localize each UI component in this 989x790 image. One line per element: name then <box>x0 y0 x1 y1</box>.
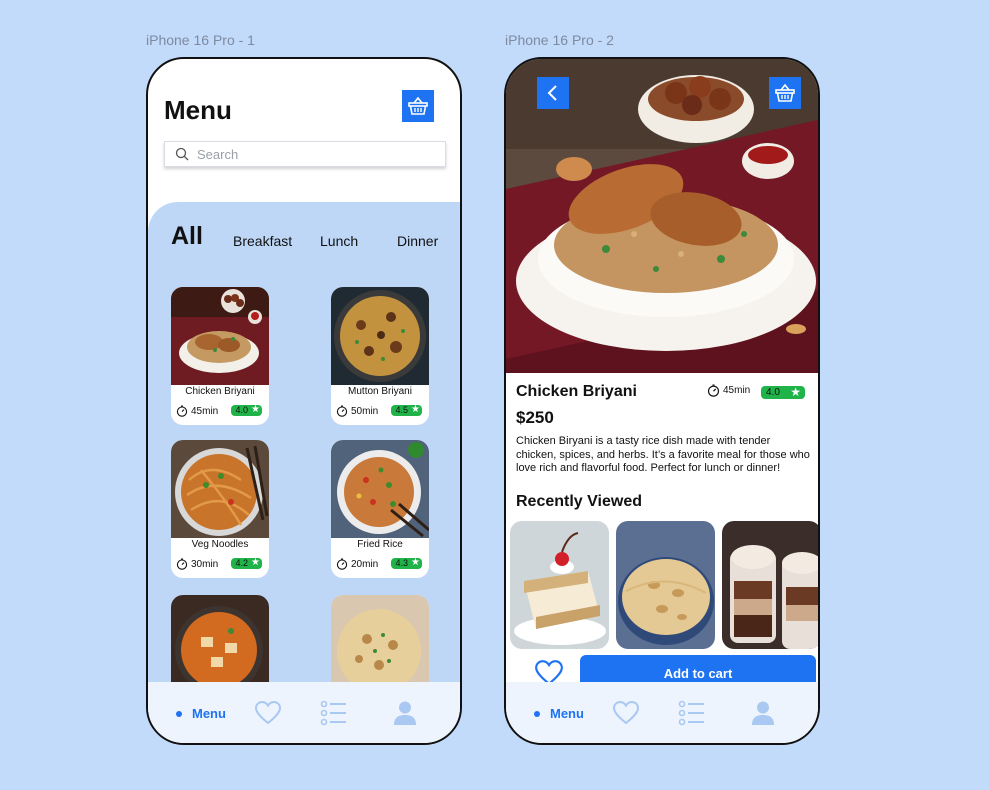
food-meta: 20min 4.3 ★ <box>336 557 426 571</box>
tab-menu[interactable]: Menu <box>176 706 226 721</box>
cook-time: 45min <box>723 385 751 396</box>
search-bar[interactable] <box>164 141 446 167</box>
dish-cook-time: 45min <box>707 384 750 397</box>
cart-button[interactable] <box>402 90 434 122</box>
recent-item-image[interactable] <box>510 521 609 649</box>
food-name: Veg Noodles <box>191 539 249 550</box>
star-icon: ★ <box>411 404 420 415</box>
cook-time: 45min <box>191 405 219 417</box>
food-meta: 45min 4.0 ★ <box>176 404 266 418</box>
food-image <box>171 440 269 538</box>
cook-time: 50min <box>351 405 379 417</box>
food-card[interactable]: Mutton Briyani 50min 4.5 ★ <box>331 287 429 425</box>
cook-time: 30min <box>191 558 219 570</box>
dish-title: Chicken Briyani <box>516 383 637 400</box>
user-icon[interactable] <box>750 700 776 726</box>
timer-icon <box>176 558 188 570</box>
rating-badge: 4.0 ★ <box>761 386 805 399</box>
food-meta: 30min 4.2 ★ <box>176 557 266 571</box>
rating-value: 4.5 <box>395 405 408 415</box>
rating-badge: 4.0 ★ <box>231 404 262 416</box>
timer-icon <box>336 558 348 570</box>
star-icon: ★ <box>251 404 260 415</box>
food-image <box>171 595 269 694</box>
category-breakfast[interactable]: Breakfast <box>233 233 292 249</box>
frame-label-2: iPhone 16 Pro - 2 <box>505 32 614 48</box>
frame-label-1: iPhone 16 Pro - 1 <box>146 32 255 48</box>
bottom-tabbar: Menu <box>506 682 818 743</box>
food-image <box>331 595 429 693</box>
star-icon: ★ <box>790 385 801 399</box>
category-all[interactable]: All <box>171 222 203 251</box>
category-lunch[interactable]: Lunch <box>320 233 358 249</box>
recently-viewed-heading: Recently Viewed <box>516 493 642 510</box>
heart-icon[interactable] <box>612 700 640 726</box>
list-icon[interactable] <box>678 700 706 726</box>
tab-menu-label: Menu <box>550 706 584 721</box>
timer-icon <box>176 405 188 417</box>
food-name: Mutton Briyani <box>348 386 412 397</box>
search-input[interactable] <box>197 146 437 162</box>
category-tabs: All Breakfast Lunch Dinner <box>148 222 460 262</box>
food-image <box>171 287 269 385</box>
rating-badge: 4.3 ★ <box>391 557 422 569</box>
category-dinner[interactable]: Dinner <box>397 233 438 249</box>
basket-icon <box>775 83 795 102</box>
food-image <box>331 440 429 538</box>
dish-price: $250 <box>516 408 554 427</box>
bottom-tabbar: Menu <box>148 682 460 743</box>
user-icon[interactable] <box>392 700 418 726</box>
recent-item-image[interactable] <box>722 521 820 649</box>
search-icon <box>175 147 189 161</box>
star-icon: ★ <box>411 557 420 568</box>
rating-value: 4.3 <box>395 558 408 568</box>
recent-item-image[interactable] <box>616 521 715 649</box>
food-name: Fried Rice <box>357 539 403 550</box>
basket-icon <box>408 96 428 115</box>
rating-value: 4.2 <box>235 558 248 568</box>
timer-icon <box>707 384 720 397</box>
star-icon: ★ <box>251 557 260 568</box>
list-icon[interactable] <box>320 700 348 726</box>
back-button[interactable] <box>537 77 569 109</box>
heart-icon[interactable] <box>254 700 282 726</box>
page-title: Menu <box>164 95 232 125</box>
food-meta: 50min 4.5 ★ <box>336 404 426 418</box>
food-card[interactable]: Fried Rice 20min 4.3 ★ <box>331 440 429 578</box>
food-image <box>331 287 429 385</box>
chevron-left-icon <box>547 85 557 101</box>
rating-value: 4.0 <box>235 405 248 415</box>
food-card[interactable]: Chicken Briyani 45min 4.0 ★ <box>171 287 269 425</box>
rating-value: 4.0 <box>766 387 780 398</box>
rating-badge: 4.5 ★ <box>391 404 422 416</box>
phone-detail-screen: Chicken Briyani 45min 4.0 ★ $250 Chicken… <box>504 57 820 745</box>
phone-menu-screen: Menu All Breakfast Lunch Dinner <box>146 57 462 745</box>
tab-menu[interactable]: Menu <box>534 706 584 721</box>
rating-badge: 4.2 ★ <box>231 557 262 569</box>
active-dot-icon <box>176 710 182 717</box>
timer-icon <box>336 405 348 417</box>
cook-time: 20min <box>351 558 379 570</box>
dish-description: Chicken Biryani is a tasty rice dish mad… <box>516 435 810 474</box>
food-card[interactable]: Veg Noodles 30min 4.2 ★ <box>171 440 269 578</box>
food-name: Chicken Briyani <box>185 386 255 397</box>
cart-button[interactable] <box>769 77 801 109</box>
tab-menu-label: Menu <box>192 706 226 721</box>
active-dot-icon <box>534 710 540 717</box>
